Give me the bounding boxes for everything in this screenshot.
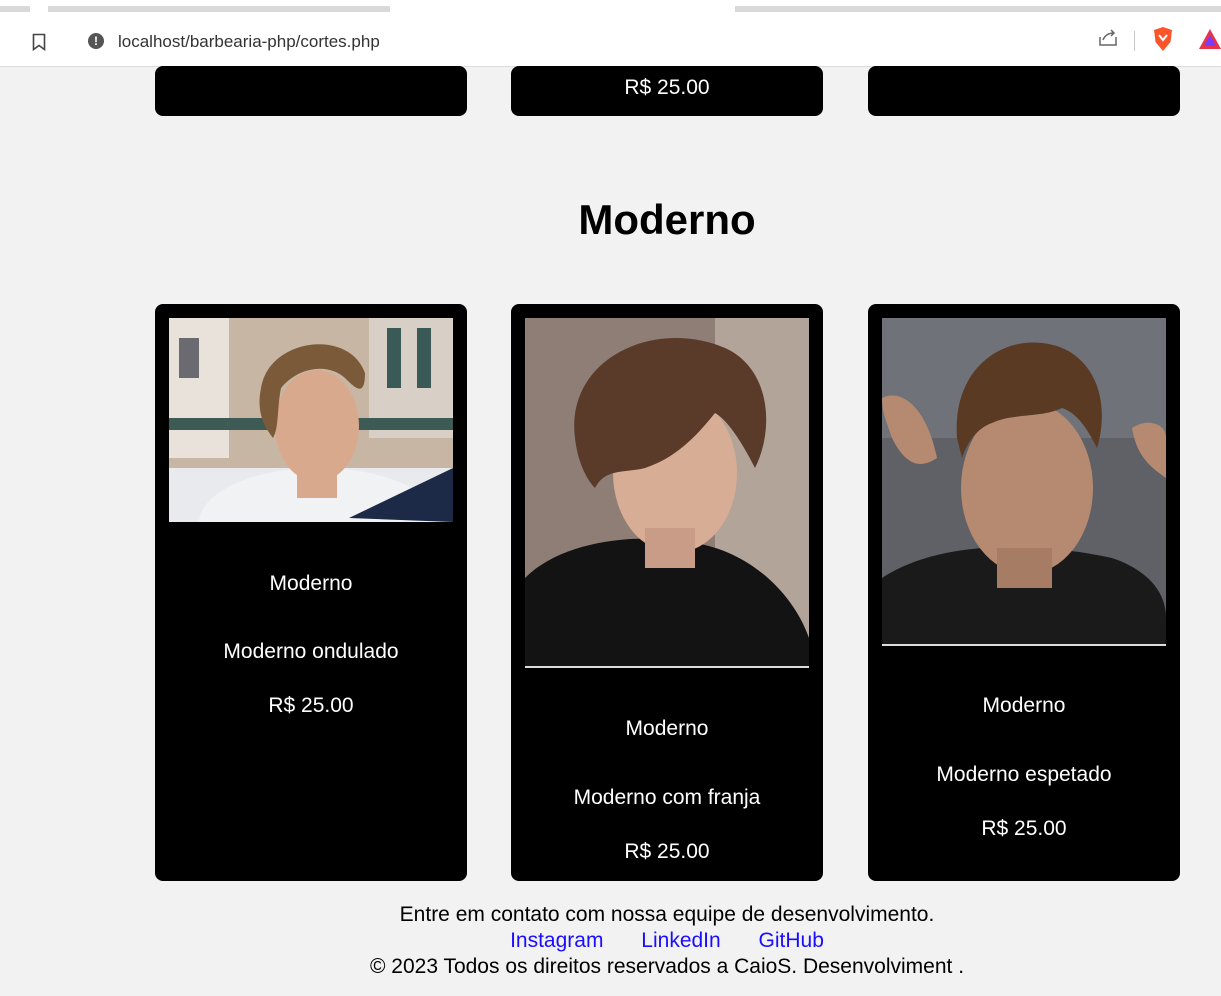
tab-strip <box>0 0 1221 18</box>
tab-edge[interactable] <box>735 6 1221 12</box>
card-top-right <box>868 66 1180 116</box>
haircut-photo <box>169 318 453 522</box>
card-name: Moderno espetado <box>936 763 1112 786</box>
card-name: Moderno ondulado <box>223 640 399 663</box>
github-link[interactable]: GitHub <box>759 929 824 952</box>
tab-edge[interactable] <box>0 6 30 12</box>
browser-toolbar: ! localhost/barbearia-php/cortes.php <box>0 18 1221 67</box>
card-category: Moderno <box>625 717 709 740</box>
card-price: R$ 25.00 <box>981 817 1067 840</box>
card-name: Moderno com franja <box>573 786 761 809</box>
card-category: Moderno <box>269 572 353 595</box>
section-title: Moderno <box>578 196 756 243</box>
brave-rewards-icon[interactable] <box>1198 28 1221 55</box>
haircut-card: Moderno Moderno com franja R$ 25.00 <box>511 304 823 881</box>
haircut-photo <box>525 318 809 667</box>
haircut-card: Moderno Moderno espetado R$ 25.00 <box>868 304 1180 881</box>
footer-copyright: © 2023 Todos os direitos reservados a Ca… <box>369 955 965 978</box>
address-bar[interactable]: ! localhost/barbearia-php/cortes.php <box>70 23 1221 59</box>
site-info-icon[interactable]: ! <box>88 33 104 49</box>
instagram-link[interactable]: Instagram <box>510 929 603 952</box>
footer-links: Instagram LinkedIn GitHub <box>0 928 1221 954</box>
brave-shields-icon[interactable] <box>1152 26 1174 57</box>
footer-contact-text: Entre em contato com nossa equipe de des… <box>399 903 935 926</box>
card-price: R$ 25.00 <box>624 76 710 99</box>
card-price: R$ 25.00 <box>624 840 710 863</box>
tab-edge[interactable] <box>48 6 390 12</box>
card-top-center: R$ 25.00 <box>511 66 823 116</box>
haircut-photo <box>882 318 1166 644</box>
bookmark-icon[interactable] <box>28 31 50 53</box>
card-divider <box>525 666 809 668</box>
linkedin-link[interactable]: LinkedIn <box>641 929 720 952</box>
card-divider <box>882 644 1166 646</box>
toolbar-divider <box>1134 31 1135 51</box>
card-category: Moderno <box>982 694 1066 717</box>
card-top-left <box>155 66 467 116</box>
page-footer: Entre em contato com nossa equipe de des… <box>0 902 1221 980</box>
card-price: R$ 25.00 <box>268 694 354 717</box>
share-icon[interactable] <box>1097 27 1119 52</box>
url-text[interactable]: localhost/barbearia-php/cortes.php <box>118 32 380 52</box>
haircut-card: Moderno Moderno ondulado R$ 25.00 <box>155 304 467 881</box>
